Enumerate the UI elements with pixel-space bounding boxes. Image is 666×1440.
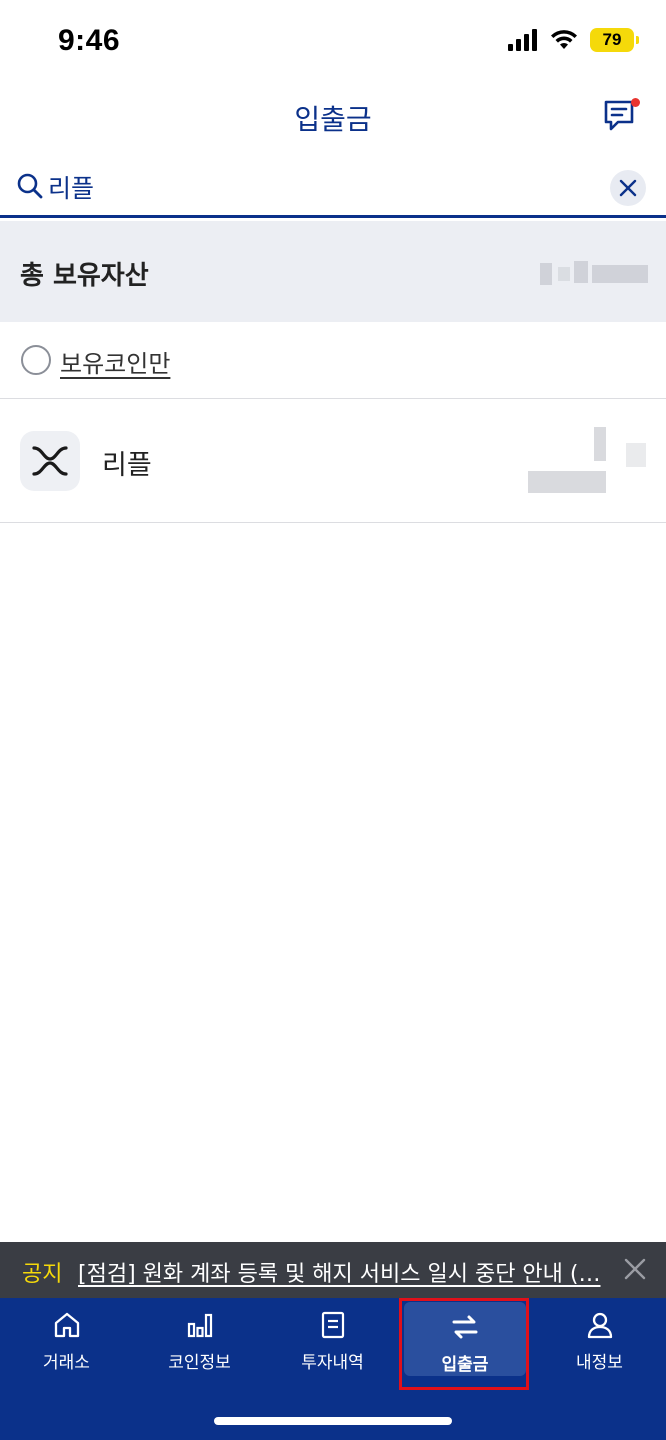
coin-name: 리플 [102, 450, 152, 481]
status-bar: 9:46 79 [0, 0, 666, 84]
nav-label: 코인정보 [168, 1353, 231, 1373]
held-coins-only-radio[interactable] [21, 345, 51, 375]
total-assets-section: 총 보유자산 [0, 221, 666, 322]
xrp-logo-icon [20, 431, 80, 491]
filter-row: 보유코인만 [0, 322, 666, 399]
close-icon [624, 1258, 646, 1280]
notice-tag: 공지 [22, 1262, 63, 1287]
notice-close-button[interactable] [622, 1256, 650, 1284]
search-input[interactable] [48, 168, 568, 206]
nav-exchange[interactable]: 거래소 [0, 1298, 133, 1382]
total-assets-value-obscured [540, 259, 648, 287]
search-bar [0, 160, 666, 218]
notice-bar: 공지 [점검] 원화 계좌 등록 및 해지 서비스 일시 중단 안내 (… [0, 1242, 666, 1298]
header: 입출금 [0, 84, 666, 154]
total-assets-label: 총 보유자산 [20, 261, 149, 291]
home-icon [54, 1312, 79, 1338]
bar-chart-icon [187, 1313, 212, 1338]
nav-label: 내정보 [576, 1353, 623, 1373]
notice-link[interactable]: [점검] 원화 계좌 등록 및 해지 서비스 일시 중단 안내 (… [78, 1256, 604, 1288]
battery-indicator: 79 [590, 28, 639, 52]
close-icon [619, 179, 637, 197]
cellular-signal-icon [508, 29, 537, 51]
notification-dot [631, 98, 640, 107]
search-icon [17, 173, 43, 199]
bottom-nav: 거래소 코인정보 투자내역 입출금 내정보 [0, 1298, 666, 1440]
nav-label: 거래소 [43, 1353, 90, 1373]
clear-search-button[interactable] [610, 170, 646, 206]
coin-amount-obscured [528, 427, 650, 495]
nav-my-info[interactable]: 내정보 [533, 1298, 666, 1382]
status-time: 9:46 [58, 24, 121, 57]
wifi-icon [551, 30, 577, 49]
highlight-annotation [399, 1298, 529, 1390]
held-coins-only-label[interactable]: 보유코인만 [60, 344, 170, 379]
nav-investment-history[interactable]: 투자내역 [266, 1298, 399, 1382]
home-indicator [214, 1417, 452, 1425]
list-item[interactable]: 리플 [0, 399, 666, 523]
status-icons: 79 [508, 28, 639, 52]
nav-label: 투자내역 [301, 1353, 364, 1373]
document-icon [321, 1311, 344, 1339]
user-icon [587, 1312, 612, 1339]
page-title: 입출금 [294, 103, 372, 136]
nav-coin-info[interactable]: 코인정보 [133, 1298, 266, 1382]
chat-button[interactable] [602, 98, 640, 134]
